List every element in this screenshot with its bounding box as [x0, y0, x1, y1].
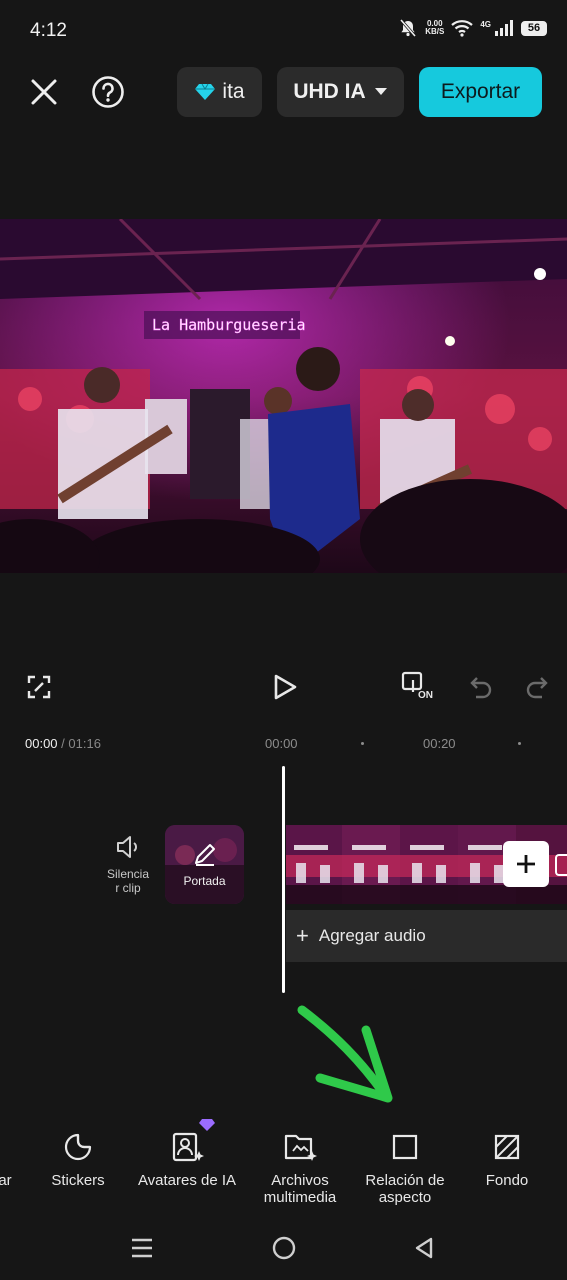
status-time: 4:12: [30, 20, 67, 41]
total-time: / 01:16: [61, 736, 101, 751]
close-icon: [31, 79, 57, 105]
ai-avatar-icon: [172, 1132, 204, 1162]
preview-frame: La Hamburgueseria: [0, 219, 567, 573]
export-button[interactable]: Exportar: [419, 67, 542, 117]
tool-text[interactable]: ar: [0, 1128, 14, 1189]
status-bar: 4:12 0.00 KB/S 4G 56: [0, 0, 567, 64]
keyframe-toggle[interactable]: ON: [398, 668, 440, 708]
ruler-dot: [361, 742, 364, 745]
playhead[interactable]: [282, 766, 285, 993]
background-icon: [494, 1134, 520, 1160]
tool-background[interactable]: Fondo: [470, 1128, 544, 1189]
add-audio-button[interactable]: + Agregar audio: [286, 910, 567, 962]
tool-ai-avatars-label: Avatares de IA: [137, 1172, 237, 1189]
current-time: 00:00 / 01:16: [25, 736, 101, 751]
keyframe-on-icon: [401, 671, 423, 692]
home-button[interactable]: [266, 1230, 302, 1266]
status-icons: 0.00 KB/S 4G 56: [398, 18, 547, 38]
recents-button[interactable]: [124, 1230, 160, 1266]
signal-icon: [495, 20, 513, 36]
mute-bell-icon: [400, 19, 417, 37]
tool-media-label: Archivos multimedia: [263, 1172, 337, 1206]
battery-indicator: 56: [521, 20, 547, 36]
ruler-dot: [518, 742, 521, 745]
video-preview[interactable]: La Hamburgueseria: [0, 219, 567, 573]
help-icon: [92, 76, 124, 108]
cover-button[interactable]: Portada: [165, 825, 244, 904]
top-toolbar: ita UHD IA Exportar: [0, 64, 567, 122]
pro-badge-label: ita: [222, 80, 245, 103]
fullscreen-icon: [27, 675, 51, 699]
diamond-icon: [195, 83, 216, 100]
plus-icon: [517, 855, 535, 873]
ruler-tick: 00:00: [265, 736, 298, 751]
caret-down-icon: [374, 88, 387, 95]
tool-background-label: Fondo: [485, 1172, 529, 1189]
close-button[interactable]: [24, 72, 64, 112]
annotation-arrow-icon: [297, 1005, 393, 1103]
help-button[interactable]: [88, 72, 128, 112]
net-speed: 0.00 KB/S: [425, 19, 445, 36]
edit-pencil-icon: [195, 844, 215, 866]
mute-clip-label: Silencia r clip: [106, 867, 150, 895]
undo-button[interactable]: [466, 668, 496, 706]
pro-badge-button[interactable]: ita: [177, 67, 262, 117]
play-button[interactable]: [268, 668, 302, 706]
add-clip-button[interactable]: [503, 841, 549, 887]
time-ruler: 00:00 / 01:16 00:00 00:20: [0, 728, 567, 758]
system-nav-bar: [0, 1218, 567, 1280]
tool-aspect-ratio-label: Relación de aspecto: [365, 1172, 445, 1206]
fullscreen-button[interactable]: [24, 668, 54, 706]
tool-stickers-label: Stickers: [51, 1172, 105, 1189]
mute-clip-button[interactable]: Silencia r clip: [100, 834, 156, 895]
aspect-ratio-icon: [392, 1134, 418, 1160]
resolution-label: UHD IA: [293, 80, 366, 103]
tool-text-label: ar: [0, 1172, 12, 1189]
tool-stickers[interactable]: Stickers: [38, 1128, 118, 1189]
media-add-icon: [284, 1134, 317, 1161]
cover-label: Portada: [183, 874, 226, 888]
keyframe-on-label: ON: [418, 690, 433, 701]
neon-sign: La Hamburgueseria: [152, 316, 306, 334]
wifi-icon: [451, 20, 474, 37]
clip-transition-handle[interactable]: [555, 854, 567, 876]
undo-icon: [470, 677, 492, 699]
add-audio-label: Agregar audio: [318, 926, 426, 945]
network-type: 4G: [480, 20, 491, 29]
play-icon: [274, 674, 297, 700]
text-icon: [0, 1128, 14, 1166]
back-icon: [415, 1237, 433, 1259]
resolution-dropdown[interactable]: UHD IA: [277, 67, 404, 117]
premium-diamond-icon: [199, 1119, 215, 1131]
ruler-tick: 00:20: [423, 736, 456, 751]
back-button[interactable]: [406, 1230, 442, 1266]
tool-ai-avatars[interactable]: Avatares de IA: [128, 1119, 246, 1189]
plus-icon: +: [296, 923, 309, 948]
tool-media[interactable]: Archivos multimedia: [252, 1128, 348, 1206]
tool-aspect-ratio[interactable]: Relación de aspecto: [353, 1128, 457, 1206]
speaker-icon: [117, 836, 137, 858]
sticker-icon: [64, 1133, 92, 1161]
redo-icon: [526, 677, 548, 699]
home-icon: [272, 1236, 296, 1260]
recents-icon: [132, 1238, 152, 1258]
redo-button[interactable]: [522, 668, 552, 706]
